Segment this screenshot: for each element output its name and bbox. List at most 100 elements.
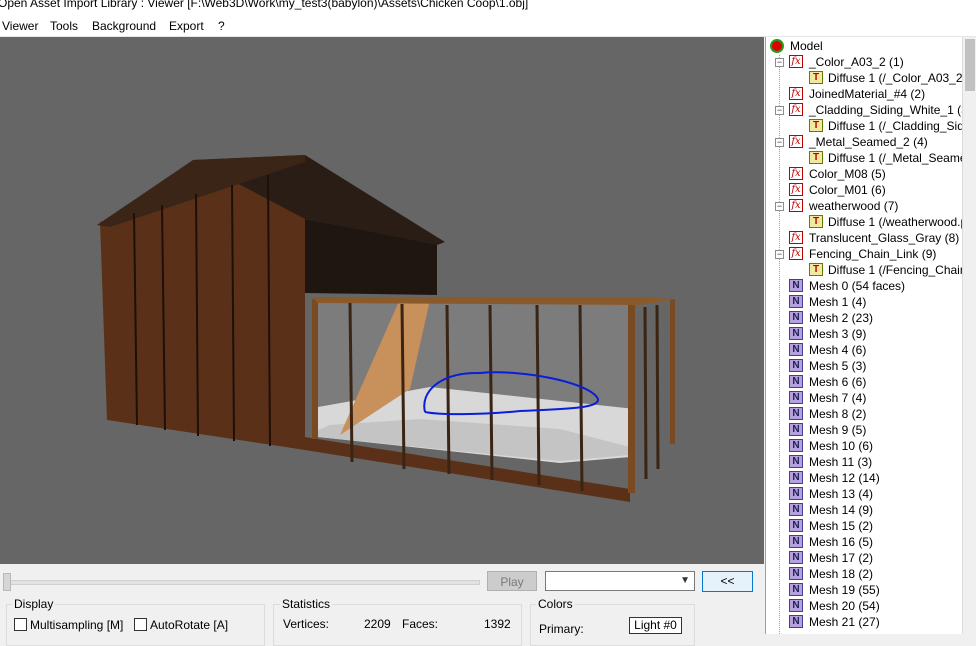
tree-item-label: Mesh 8 (2) (809, 407, 867, 421)
tree-item-mesh[interactable]: N Mesh 9 (5) (766, 422, 963, 438)
faces-label: Faces: (402, 617, 439, 631)
mesh-node-icon: N (789, 375, 803, 388)
autorotate-checkbox[interactable] (134, 618, 147, 631)
tree-expander-icon[interactable]: − (775, 106, 784, 115)
tree-scrollbar[interactable] (962, 37, 976, 634)
statistics-group-title: Statistics (280, 597, 333, 611)
tree-item-label: Mesh 4 (6) (809, 343, 867, 357)
collapse-panel-button[interactable]: << (702, 571, 753, 592)
menu-background[interactable]: Background (92, 19, 156, 33)
tree-item-mesh[interactable]: N Mesh 12 (14) (766, 470, 963, 486)
tree-item-mesh[interactable]: N Mesh 11 (3) (766, 454, 963, 470)
tree-item-label: Diffuse 1 (/_Metal_Seamed_ (828, 151, 963, 165)
tree-item-texture[interactable]: T Diffuse 1 (/Fencing_Chain_L (766, 262, 963, 278)
tree-item-label: Mesh 12 (14) (809, 471, 880, 485)
scene-tree[interactable]: Model − fx _Color_A03_2 (1) T Diffuse 1 (/_Co… (765, 37, 963, 634)
mesh-node-icon: N (789, 519, 803, 532)
tree-item-mesh[interactable]: N Mesh 10 (6) (766, 438, 963, 454)
tree-item-mesh[interactable]: N Mesh 8 (2) (766, 406, 963, 422)
menu-help[interactable]: ? (218, 19, 225, 33)
tree-item-label: Translucent_Glass_Gray (8) (809, 231, 960, 245)
animation-slider-thumb[interactable] (3, 573, 11, 591)
menu-viewer[interactable]: Viewer (2, 19, 38, 33)
menu-tools[interactable]: Tools (50, 19, 78, 33)
tree-item-mesh[interactable]: N Mesh 6 (6) (766, 374, 963, 390)
play-button[interactable]: Play (487, 571, 537, 591)
tree-item-label: Mesh 21 (27) (809, 615, 880, 629)
tree-item-label: Mesh 17 (2) (809, 551, 874, 565)
tree-item-mesh[interactable]: N Mesh 3 (9) (766, 326, 963, 342)
mesh-node-icon: N (789, 391, 803, 404)
autorotate-label: AutoRotate [A] (150, 618, 229, 632)
tree-item-label: JoinedMaterial_#4 (2) (809, 87, 926, 101)
tree-item-mesh[interactable]: N Mesh 18 (2) (766, 566, 963, 582)
tree-item-label: _Cladding_Siding_White_1 (3) (809, 103, 963, 117)
3d-viewport[interactable] (0, 37, 764, 564)
tree-item-mesh[interactable]: N Mesh 5 (3) (766, 358, 963, 374)
display-group-title: Display (12, 597, 56, 611)
chicken-coop-render (97, 155, 675, 502)
tree-expander-icon[interactable]: − (775, 202, 784, 211)
mesh-node-icon: N (789, 455, 803, 468)
tree-item-label: weatherwood (7) (809, 199, 899, 213)
tree-item-mesh[interactable]: N Mesh 20 (54) (766, 598, 963, 614)
menu-export[interactable]: Export (169, 19, 204, 33)
texture-icon: T (809, 263, 823, 276)
mesh-node-icon: N (789, 503, 803, 516)
tree-item-material[interactable]: fx JoinedMaterial_#4 (2) (766, 86, 963, 102)
tree-item-label: Fencing_Chain_Link (9) (809, 247, 937, 261)
light-color-button[interactable]: Light #0 (629, 617, 682, 634)
tree-scrollbar-thumb[interactable] (965, 39, 975, 91)
tree-item-material[interactable]: − fx weatherwood (7) (766, 198, 963, 214)
faces-value: 1392 (484, 617, 511, 631)
tree-item-mesh[interactable]: N Mesh 15 (2) (766, 518, 963, 534)
tree-item-mesh[interactable]: N Mesh 4 (6) (766, 342, 963, 358)
mesh-node-icon: N (789, 583, 803, 596)
animation-slider-track[interactable] (8, 580, 480, 585)
tree-item-label: Diffuse 1 (/weatherwood.png (828, 215, 963, 229)
tree-item-model[interactable]: Model (766, 38, 963, 54)
tree-item-material[interactable]: − fx _Metal_Seamed_2 (4) (766, 134, 963, 150)
tree-item-texture[interactable]: T Diffuse 1 (/_Metal_Seamed_ (766, 150, 963, 166)
tree-item-mesh[interactable]: N Mesh 14 (9) (766, 502, 963, 518)
mesh-node-icon: N (789, 407, 803, 420)
tree-item-label: _Metal_Seamed_2 (4) (809, 135, 928, 149)
tree-item-label: Mesh 2 (23) (809, 311, 874, 325)
tree-item-material[interactable]: − fx _Cladding_Siding_White_1 (3) (766, 102, 963, 118)
tree-item-material[interactable]: fx Translucent_Glass_Gray (8) (766, 230, 963, 246)
tree-item-material[interactable]: − fx Fencing_Chain_Link (9) (766, 246, 963, 262)
tree-item-material[interactable]: − fx _Color_A03_2 (1) (766, 54, 963, 70)
vertices-value: 2209 (364, 617, 391, 631)
tree-item-texture[interactable]: T Diffuse 1 (/_Color_A03_2.jpg (766, 70, 963, 86)
tree-item-mesh[interactable]: N Mesh 7 (4) (766, 390, 963, 406)
tree-expander-icon[interactable]: − (775, 58, 784, 67)
tree-item-mesh[interactable]: N Mesh 1 (4) (766, 294, 963, 310)
animation-select[interactable]: ▼ (545, 571, 695, 591)
tree-item-mesh[interactable]: N Mesh 0 (54 faces) (766, 278, 963, 294)
tree-item-texture[interactable]: T Diffuse 1 (/_Cladding_Siding_ (766, 118, 963, 134)
tree-item-mesh[interactable]: N Mesh 17 (2) (766, 550, 963, 566)
tree-expander-icon[interactable]: − (775, 138, 784, 147)
tree-item-material[interactable]: fx Color_M01 (6) (766, 182, 963, 198)
tree-item-mesh[interactable]: N Mesh 13 (4) (766, 486, 963, 502)
tree-expander-icon[interactable]: − (775, 250, 784, 259)
texture-icon: T (809, 119, 823, 132)
tree-item-mesh[interactable]: N Mesh 2 (23) (766, 310, 963, 326)
texture-icon: T (809, 71, 823, 84)
multisampling-checkbox[interactable] (14, 618, 27, 631)
tree-item-label: Mesh 6 (6) (809, 375, 867, 389)
tree-item-mesh[interactable]: N Mesh 16 (5) (766, 534, 963, 550)
material-fx-icon: fx (789, 199, 803, 212)
tree-item-label: Mesh 11 (3) (809, 455, 873, 469)
tree-item-label: Mesh 10 (6) (809, 439, 874, 453)
tree-item-texture[interactable]: T Diffuse 1 (/weatherwood.png (766, 214, 963, 230)
tree-item-material[interactable]: fx Color_M08 (5) (766, 166, 963, 182)
texture-icon: T (809, 151, 823, 164)
material-fx-icon: fx (789, 231, 803, 244)
tree-item-mesh[interactable]: N Mesh 21 (27) (766, 614, 963, 630)
window-title: Open Asset Import Library : Viewer [F:\W… (0, 0, 529, 10)
tree-item-mesh[interactable]: N Mesh 19 (55) (766, 582, 963, 598)
tree-item-label: Mesh 14 (9) (809, 503, 874, 517)
tree-item-label: Mesh 7 (4) (809, 391, 867, 405)
material-fx-icon: fx (789, 87, 803, 100)
